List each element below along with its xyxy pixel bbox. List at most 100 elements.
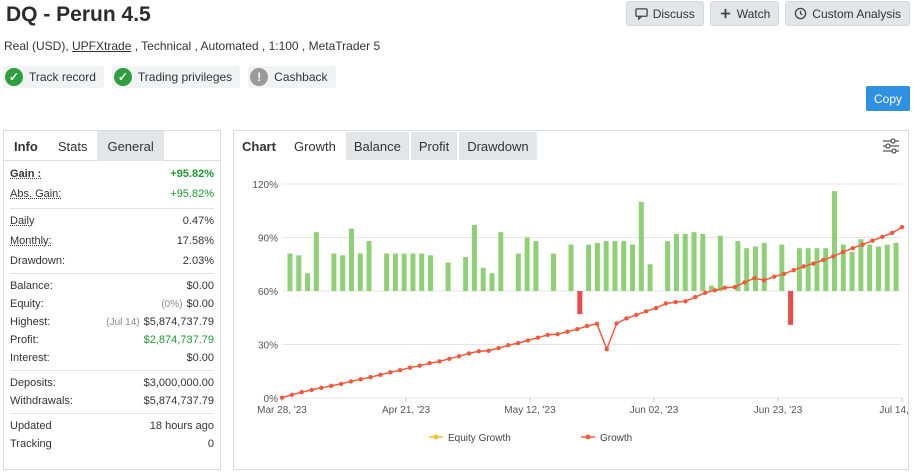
tab-balance[interactable]: Balance [345, 132, 409, 160]
growth-point [309, 387, 314, 393]
y-tick-label: 60% [258, 287, 278, 298]
growth-point [299, 389, 304, 395]
growth-point [397, 367, 403, 373]
discuss-button[interactable]: Discuss [625, 1, 704, 26]
growth-point [663, 301, 669, 306]
badge-track-record[interactable]: ✓ Track record [3, 66, 104, 88]
tab-general[interactable]: General [97, 131, 164, 161]
stat-label[interactable]: Monthly: [10, 235, 52, 247]
positive-bar [533, 241, 539, 291]
positive-bar [665, 241, 671, 291]
positive-bar [647, 264, 653, 291]
x-tick-label: Apr 21, '23 [382, 405, 430, 416]
tab-growth[interactable]: Growth [286, 132, 344, 160]
x-tick-label: Mar 28, '23 [257, 405, 307, 416]
stat-label: Updated [10, 420, 52, 432]
equity-amount: $0.00 [186, 298, 214, 310]
stat-label[interactable]: Daily [10, 215, 34, 227]
stat-label[interactable]: Gain : [10, 168, 41, 180]
positive-bar [331, 253, 337, 291]
stat-drawdown: Drawdown: 2.03% [10, 252, 214, 270]
check-icon: ✓ [113, 68, 132, 86]
growth-point [506, 343, 511, 348]
positive-bar [348, 228, 354, 291]
growth-point [338, 381, 344, 387]
discuss-label: Discuss [652, 6, 695, 21]
y-tick-label: 90% [258, 234, 278, 245]
positive-bar [612, 241, 618, 291]
growth-point [752, 275, 757, 281]
header-actions: Discuss Watch Custom Analysis [625, 1, 910, 26]
growth-point [604, 346, 609, 352]
tab-drawdown[interactable]: Drawdown [459, 132, 537, 160]
stat-updated: Updated 18 hours ago [10, 417, 214, 435]
stat-value: $3,000,000.00 [143, 377, 214, 389]
stat-label: Interest: [10, 352, 50, 364]
legend-equity-marker [433, 434, 439, 440]
positive-bar [480, 267, 486, 291]
stat-value: $0.00 [186, 280, 214, 292]
tab-chart[interactable]: Chart [234, 132, 284, 160]
badge-trading-privileges[interactable]: ✓ Trading privileges [111, 66, 241, 88]
x-tick-label: May 12, '23 [504, 405, 556, 416]
growth-point [348, 379, 354, 384]
stat-interest: Interest: $0.00 [10, 349, 214, 367]
copy-button[interactable]: Copy [866, 86, 910, 111]
tab-profit[interactable]: Profit [410, 132, 458, 160]
clock-icon [795, 7, 807, 20]
positive-bar [867, 244, 873, 291]
stat-label[interactable]: Abs. Gain: [10, 188, 61, 200]
growth-point [880, 234, 885, 239]
stat-value: 0 [207, 438, 214, 450]
divider [10, 370, 214, 371]
custom-analysis-button[interactable]: Custom Analysis [785, 1, 910, 26]
growth-point [742, 280, 747, 285]
growth-point [466, 351, 472, 356]
positive-bar [893, 242, 899, 291]
growth-point [634, 312, 639, 318]
growth-point [840, 249, 846, 255]
highest-date: (Jul 14) [106, 317, 140, 328]
settings-sliders-icon[interactable] [882, 137, 900, 155]
growth-point [732, 284, 737, 290]
stat-value: 2.03% [182, 255, 214, 267]
badge-label: Trading privileges [137, 70, 233, 84]
growth-point [545, 332, 550, 338]
stat-label: Highest: [10, 316, 51, 328]
growth-point [762, 278, 767, 283]
growth-point [722, 285, 728, 290]
positive-bar [384, 253, 390, 291]
tab-stats[interactable]: Stats [48, 131, 98, 161]
custom-analysis-label: Custom Analysis [812, 6, 901, 21]
stat-value: $0.00 [186, 352, 214, 364]
stat-value: 0.47% [182, 215, 214, 227]
growth-point [427, 361, 432, 366]
growth-point [889, 230, 895, 236]
positive-bar [463, 257, 469, 291]
stat-value: (0%) $0.00 [161, 298, 214, 310]
positive-bar [471, 225, 477, 291]
highest-amount: $5,874,737.79 [143, 316, 214, 328]
positive-bar [498, 232, 504, 291]
positive-bar [832, 191, 838, 291]
broker-link[interactable]: UPFXtrade [72, 39, 131, 53]
divider [10, 273, 214, 274]
growth-point [329, 383, 334, 389]
stat-value: +95.82% [170, 168, 214, 180]
growth-point [811, 261, 816, 266]
positive-bar [823, 248, 829, 291]
growth-point [673, 299, 678, 305]
positive-bar [586, 244, 592, 291]
y-tick-label: 30% [258, 341, 278, 352]
watch-button[interactable]: Watch [709, 1, 780, 26]
stat-label: Drawdown: [10, 255, 66, 267]
badge-cashback[interactable]: ! Cashback [248, 66, 336, 88]
growth-point [388, 370, 393, 375]
x-tick-label: Jun 02, '23 [630, 405, 679, 416]
growth-point [456, 354, 462, 359]
positive-bar [550, 253, 556, 291]
equity-percent: (0%) [161, 299, 183, 310]
tab-info[interactable]: Info [4, 131, 48, 161]
stat-value: $2,874,737.79 [143, 334, 214, 346]
growth-point [830, 254, 836, 259]
